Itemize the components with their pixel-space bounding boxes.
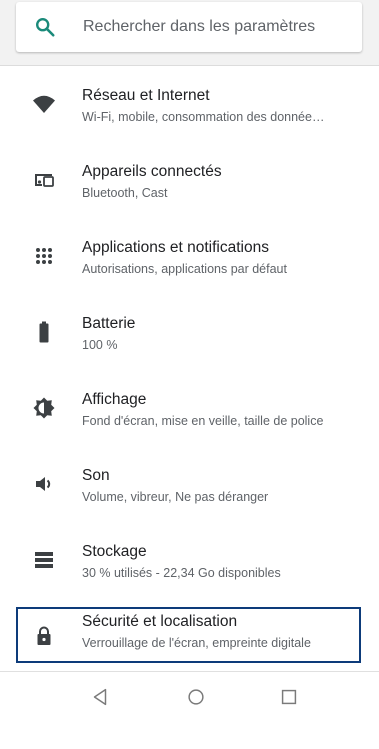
settings-item-apps[interactable]: Applications et notifications Autorisati… xyxy=(0,218,379,294)
settings-item-subtitle: Autorisations, applications par défaut xyxy=(82,262,287,276)
search-placeholder: Rechercher dans les paramètres xyxy=(83,18,316,35)
volume-icon xyxy=(31,471,57,497)
settings-item-connected-devices[interactable]: Appareils connectés Bluetooth, Cast xyxy=(0,142,379,218)
settings-item-title: Affichage xyxy=(82,391,147,408)
settings-item-subtitle: Verrouillage de l'écran, empreinte digit… xyxy=(82,636,311,650)
settings-item-storage[interactable]: Stockage 30 % utilisés - 22,34 Go dispon… xyxy=(0,522,379,598)
lock-icon xyxy=(31,623,57,649)
back-icon[interactable] xyxy=(89,686,111,708)
wifi-icon xyxy=(31,91,57,117)
settings-item-title: Sécurité et localisation xyxy=(82,613,238,630)
settings-item-subtitle: 30 % utilisés - 22,34 Go disponibles xyxy=(82,566,281,580)
brightness-icon xyxy=(31,395,57,421)
settings-item-title: Appareils connectés xyxy=(82,163,222,180)
settings-item-subtitle: Fond d'écran, mise en veille, taille de … xyxy=(82,414,324,428)
settings-item-subtitle: 100 % xyxy=(82,338,118,352)
recents-icon[interactable] xyxy=(278,686,300,708)
apps-grid-icon xyxy=(31,243,57,269)
settings-item-title: Batterie xyxy=(82,315,136,332)
storage-icon xyxy=(31,547,57,573)
settings-item-network[interactable]: Réseau et Internet Wi-Fi, mobile, consom… xyxy=(0,66,379,142)
settings-item-display[interactable]: Affichage Fond d'écran, mise en veille, … xyxy=(0,370,379,446)
search-header: Rechercher dans les paramètres xyxy=(0,0,379,66)
connected-devices-icon xyxy=(31,167,57,193)
settings-item-subtitle: Wi-Fi, mobile, consommation des donnée… xyxy=(82,110,325,124)
settings-item-title: Réseau et Internet xyxy=(82,87,210,104)
settings-item-battery[interactable]: Batterie 100 % xyxy=(0,294,379,370)
search-bar[interactable]: Rechercher dans les paramètres xyxy=(16,2,362,52)
home-icon[interactable] xyxy=(185,686,207,708)
settings-item-subtitle: Bluetooth, Cast xyxy=(82,186,168,200)
navigation-bar xyxy=(0,671,379,724)
settings-item-subtitle: Volume, vibreur, Ne pas déranger xyxy=(82,490,269,504)
settings-item-sound[interactable]: Son Volume, vibreur, Ne pas déranger xyxy=(0,446,379,522)
settings-item-title: Son xyxy=(82,467,110,484)
settings-item-security[interactable]: Sécurité et localisation Verrouillage de… xyxy=(0,598,379,674)
settings-item-title: Stockage xyxy=(82,543,147,560)
search-icon xyxy=(36,18,55,37)
battery-icon xyxy=(31,319,57,345)
settings-item-title: Applications et notifications xyxy=(82,239,269,256)
